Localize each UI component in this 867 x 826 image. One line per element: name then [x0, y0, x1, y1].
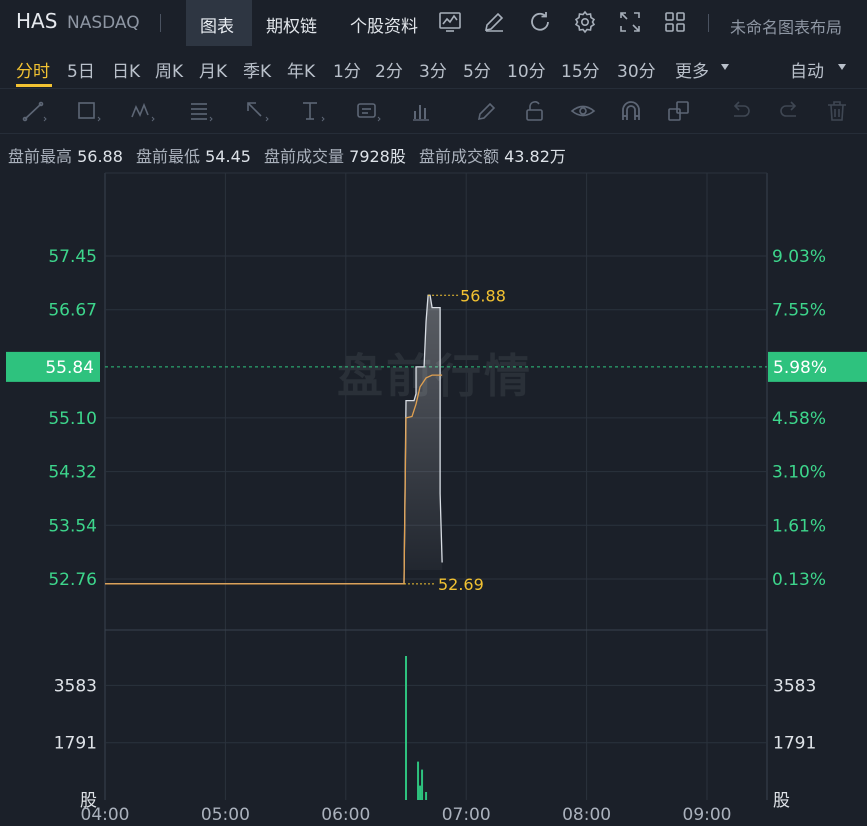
- time-tick-label: 07:00: [442, 805, 491, 825]
- time-tick-label: 04:00: [81, 805, 130, 825]
- volume-bar: [421, 769, 424, 800]
- percent-tick-label: 1.61%: [772, 516, 826, 536]
- volume-bar: [405, 656, 407, 800]
- volume-tick-label: 1791: [54, 734, 97, 754]
- percent-tick-label: 7.55%: [772, 301, 826, 321]
- price-tick-label: 55.10: [48, 409, 97, 429]
- percent-tick-label: 4.58%: [772, 409, 826, 429]
- high-marker-label: 56.88: [460, 286, 506, 305]
- time-tick-label: 09:00: [683, 805, 732, 825]
- current-price-tag-label: 55.84: [45, 358, 94, 378]
- time-tick-label: 05:00: [201, 805, 250, 825]
- percent-tick-label: 9.03%: [772, 247, 826, 267]
- volume-bar: [417, 761, 420, 800]
- time-tick-label: 06:00: [321, 805, 370, 825]
- volume-tick-label: 1791: [773, 734, 816, 754]
- current-percent-tag-label: 5.98%: [773, 358, 827, 378]
- volume-tick-label: 3583: [54, 676, 97, 696]
- time-tick-label: 08:00: [562, 805, 611, 825]
- price-tick-label: 54.32: [48, 463, 97, 483]
- price-tick-label: 56.67: [48, 301, 97, 321]
- price-tick-label: 52.76: [48, 570, 97, 590]
- percent-tick-label: 3.10%: [772, 463, 826, 483]
- volume-tick-label: 3583: [773, 676, 816, 696]
- average-line: [105, 374, 443, 585]
- price-tick-label: 53.54: [48, 516, 97, 536]
- price-tick-label: 57.45: [48, 247, 97, 267]
- percent-tick-label: 0.13%: [772, 570, 826, 590]
- chart-marks: [6, 294, 867, 800]
- volume-bar: [425, 792, 428, 800]
- volume-bar: [419, 785, 422, 800]
- price-line: [105, 294, 443, 585]
- intraday-chart[interactable]: 盘前行情 56.8852.6957.4556.6755.1054.3253.54…: [0, 0, 867, 826]
- price-area: [403, 295, 443, 584]
- low-marker-label: 52.69: [438, 575, 484, 594]
- volume-unit-label: 股: [773, 791, 790, 811]
